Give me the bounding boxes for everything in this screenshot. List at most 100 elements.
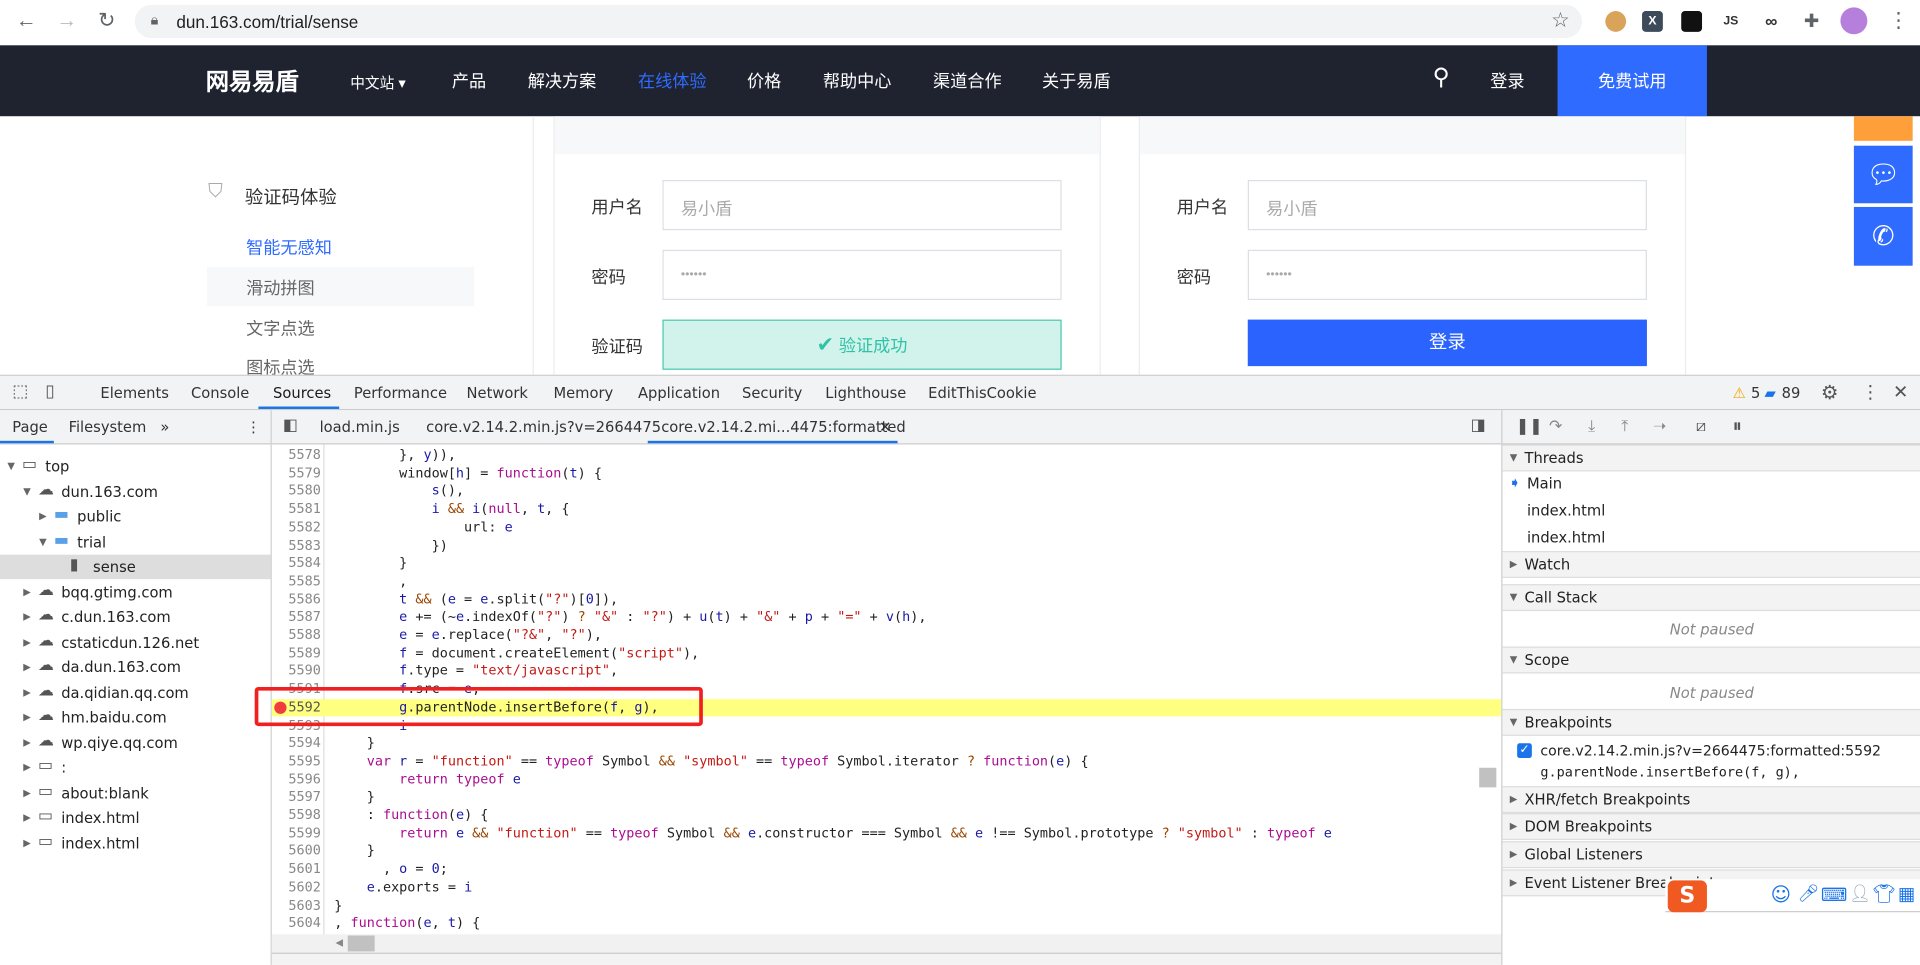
warning-icon[interactable]: ⚠ [1733, 384, 1746, 401]
tree-item[interactable]: ▮ sense [0, 554, 271, 580]
collapsed-triangle-icon[interactable]: ▶ [23, 756, 31, 780]
code-line[interactable]: 5579 window[h] = function(t) { [272, 465, 1501, 483]
link-icon[interactable]: ∞ [1761, 11, 1782, 32]
user-icon[interactable]: 👤︎ [1849, 884, 1871, 904]
threads-header[interactable]: ▼ Threads [1502, 444, 1920, 472]
tab-security[interactable]: Security [742, 384, 802, 401]
message-icon[interactable]: ▰ [1764, 384, 1775, 401]
file-tab-core-min[interactable]: core.v2.14.2.min.js?v=2664475 [426, 419, 661, 436]
line-number[interactable]: 5588 [272, 627, 320, 645]
code-line[interactable]: 5581 i && i(null, t, { [272, 501, 1501, 519]
pause-icon[interactable]: ❚❚ [1516, 418, 1543, 436]
tree-item[interactable]: ▶ ☁ bqq.gtimg.com [0, 580, 271, 604]
line-number[interactable]: 5594 [272, 735, 320, 753]
line-number[interactable]: 5597 [272, 789, 320, 807]
line-number[interactable]: 5581 [272, 501, 320, 519]
code-line[interactable]: 5578 }, y)), [272, 447, 1501, 465]
scroll-left-icon[interactable]: ◀ [336, 937, 344, 948]
sidebar-item-slide[interactable]: 滑动拼图 [246, 276, 315, 300]
logo[interactable]: 网易易盾 [206, 64, 299, 97]
tree-item[interactable]: ▶ ▭ about:blank [0, 781, 271, 805]
collapsed-triangle-icon[interactable]: ▶ [23, 655, 31, 679]
tab-editthiscookie[interactable]: EditThisCookie [928, 384, 1036, 401]
line-number[interactable]: 5590 [272, 663, 320, 681]
bookmark-star-icon[interactable]: ☆ [1551, 9, 1570, 33]
close-tab-icon[interactable]: ✕ [879, 419, 891, 436]
nav-products[interactable]: 产品 [452, 69, 486, 93]
username-input[interactable]: 易小盾 [662, 180, 1062, 231]
global-listeners-header[interactable]: ▶ Global Listeners [1502, 841, 1920, 869]
x-icon[interactable]: X [1642, 11, 1663, 32]
tree-item[interactable]: ▶ ▭ index.html [0, 806, 271, 830]
code-line[interactable]: 5587 e += (~e.indexOf("?") ? "&" : "?") … [272, 609, 1501, 627]
pause-on-exceptions-icon[interactable]: ⏸︎ [1733, 415, 1742, 437]
settings-gear-icon[interactable]: ⚙ [1821, 381, 1839, 404]
code-line[interactable]: 5594 } [272, 735, 1501, 753]
password-input[interactable]: •••••• [662, 249, 1062, 301]
line-number[interactable]: 5580 [272, 483, 320, 501]
line-number[interactable]: 5589 [272, 645, 320, 663]
tree-item[interactable]: ▶ ▬ public [0, 504, 271, 528]
collapsed-triangle-icon[interactable]: ▶ [23, 705, 31, 729]
menu-dots-icon[interactable]: ⋮ [1888, 9, 1909, 33]
code-line[interactable]: 5604 , function(e, t) { [272, 915, 1501, 933]
line-number[interactable]: 5579 [272, 465, 320, 483]
tree-item[interactable]: ▶ ☁ wp.qiye.qq.com [0, 730, 271, 754]
tree-item[interactable]: ▼ ☁ dun.163.com [0, 479, 271, 503]
thread-index-2[interactable]: index.html [1527, 524, 1605, 551]
breakpoint-location[interactable]: core.v2.14.2.min.js?v=2664475:formatted:… [1540, 742, 1881, 759]
tab-memory[interactable]: Memory [553, 384, 613, 401]
login-link[interactable]: 登录 [1490, 69, 1524, 93]
code-line[interactable]: 5600 } [272, 843, 1501, 861]
step-into-icon[interactable]: ⤓ [1588, 418, 1595, 436]
line-number[interactable]: 5583 [272, 537, 320, 555]
file-tab-core-formatted[interactable]: core.v2.14.2.mi...4475:formatted [661, 419, 906, 436]
line-number[interactable]: 5587 [272, 609, 320, 627]
keyboard-icon[interactable]: ⌨ [1821, 884, 1848, 906]
scope-header[interactable]: ▼ Scope [1502, 646, 1920, 674]
reload-icon[interactable]: ↻ [98, 9, 115, 33]
captcha-success-box[interactable]: ✔ 验证成功 [662, 319, 1062, 370]
code-line[interactable]: 5597 } [272, 789, 1501, 807]
toggle-debugger-icon[interactable]: ◨ [1471, 416, 1486, 434]
toggle-navigator-icon[interactable]: ◧ [283, 416, 298, 434]
more-options-icon[interactable]: ⋮ [1861, 381, 1879, 403]
nav-channel[interactable]: 渠道合作 [933, 69, 1002, 93]
dom-breakpoints-header[interactable]: ▶ DOM Breakpoints [1502, 813, 1920, 841]
step-icon[interactable]: ➝ [1653, 418, 1666, 436]
code-line[interactable]: 5583 }) [272, 537, 1501, 555]
password-input[interactable]: •••••• [1247, 249, 1647, 301]
tree-item[interactable]: ▶ ☁ cstaticdun.126.net [0, 630, 271, 654]
call-stack-header[interactable]: ▼ Call Stack [1502, 584, 1920, 612]
xhr-breakpoints-header[interactable]: ▶ XHR/fetch Breakpoints [1502, 786, 1920, 814]
chat-icon[interactable]: 💬︎ [1853, 145, 1913, 204]
line-number[interactable]: 5602 [272, 879, 320, 897]
js-extension-icon[interactable]: JS [1720, 11, 1741, 32]
collapsed-triangle-icon[interactable]: ▶ [23, 605, 31, 629]
phone-icon[interactable]: ✆ [1853, 206, 1913, 266]
cookie-icon[interactable] [1605, 11, 1627, 32]
line-number[interactable]: 5604 [272, 915, 320, 933]
collapsed-triangle-icon[interactable]: ▶ [23, 730, 31, 754]
language-selector[interactable]: 中文站 ▾ [350, 72, 406, 93]
free-trial-button[interactable]: 免费试用 [1557, 45, 1707, 117]
grid-menu-icon[interactable]: ▦ [1898, 883, 1915, 905]
sogou-logo-icon[interactable]: S [1667, 880, 1707, 913]
address-bar[interactable]: 🔒︎ dun.163.com/trial/sense ☆ [134, 4, 1583, 38]
tab-performance[interactable]: Performance [354, 384, 447, 401]
code-line[interactable]: 5596 return typeof e [272, 771, 1501, 789]
tree-item[interactable]: ▶ ☁ da.qidian.qq.com [0, 680, 271, 704]
line-number[interactable]: 5584 [272, 555, 320, 573]
line-number[interactable]: 5578 [272, 447, 320, 465]
nav-tab-more[interactable]: » [160, 419, 169, 436]
collapsed-triangle-icon[interactable]: ▶ [23, 630, 31, 654]
breakpoint-checkbox[interactable]: ✓ [1517, 743, 1532, 758]
tree-item[interactable]: ▶ ☁ hm.baidu.com [0, 705, 271, 729]
tab-lighthouse[interactable]: Lighthouse [825, 384, 906, 401]
code-line[interactable]: 5585 , [272, 573, 1501, 591]
tree-item[interactable]: ▶ ☁ da.dun.163.com [0, 655, 271, 679]
code-line[interactable]: 5590 f.type = "text/javascript", [272, 663, 1501, 681]
forward-icon[interactable]: → [56, 9, 77, 33]
line-number[interactable]: 5599 [272, 825, 320, 843]
step-over-icon[interactable]: ↷ [1549, 418, 1562, 436]
